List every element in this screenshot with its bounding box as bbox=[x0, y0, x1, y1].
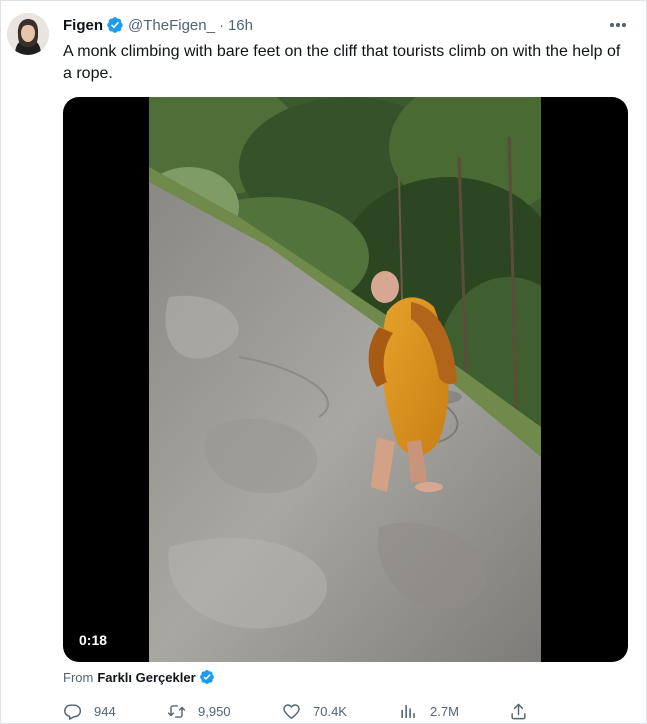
author-handle[interactable]: @TheFigen_ bbox=[128, 17, 215, 34]
source-name[interactable]: Farklı Gerçekler bbox=[97, 670, 195, 685]
more-icon[interactable] bbox=[606, 15, 630, 35]
retweet-count: 9,950 bbox=[198, 703, 231, 719]
tweet-card[interactable]: Figen @TheFigen_ · 16h A monk climbing w… bbox=[0, 0, 647, 724]
separator-dot: · bbox=[218, 16, 224, 34]
reply-count: 944 bbox=[94, 703, 116, 719]
retweet-icon bbox=[167, 704, 186, 718]
avatar-image bbox=[7, 13, 49, 55]
share-button[interactable] bbox=[509, 699, 528, 723]
reply-button[interactable]: 944 bbox=[63, 699, 116, 723]
video-frame bbox=[149, 97, 541, 662]
avatar[interactable] bbox=[7, 13, 49, 55]
like-count: 70.4K bbox=[313, 703, 347, 719]
retweet-button[interactable]: 9,950 bbox=[167, 699, 231, 723]
verified-badge-icon bbox=[107, 17, 123, 33]
author-name[interactable]: Figen bbox=[63, 17, 103, 34]
tweet-header: Figen @TheFigen_ · 16h bbox=[63, 15, 253, 35]
timestamp[interactable]: 16h bbox=[228, 17, 253, 34]
share-icon bbox=[511, 703, 526, 719]
tweet-text: A monk climbing with bare feet on the cl… bbox=[63, 43, 621, 82]
verified-badge-icon bbox=[199, 670, 214, 684]
views-icon bbox=[401, 704, 415, 718]
like-button[interactable]: 70.4K bbox=[282, 699, 347, 723]
source-attribution: From Farklı Gerçekler bbox=[63, 668, 219, 686]
reply-icon bbox=[64, 703, 82, 720]
video-player[interactable]: 0:18 bbox=[63, 97, 628, 662]
view-count: 2.7M bbox=[430, 703, 459, 719]
source-prefix: From bbox=[63, 669, 94, 685]
heart-icon bbox=[283, 703, 300, 719]
action-bar: 944 9,950 70.4K 2.7M bbox=[63, 699, 543, 723]
views-button[interactable]: 2.7M bbox=[399, 699, 459, 723]
video-duration: 0:18 bbox=[73, 630, 114, 650]
